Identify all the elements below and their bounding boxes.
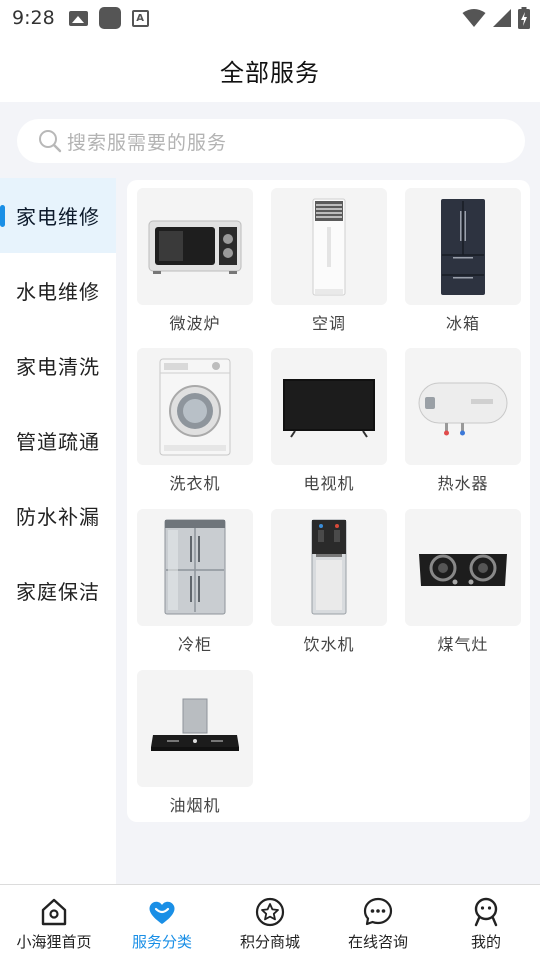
service-label: 洗衣机 <box>169 474 221 493</box>
refrigerator-icon <box>441 198 485 295</box>
app-square-icon <box>98 7 121 29</box>
sidebar-item-label: 水电维修 <box>16 280 100 304</box>
star-icon <box>255 897 285 927</box>
heart-icon <box>149 901 175 924</box>
service-label: 热水器 <box>437 474 489 493</box>
service-item-refrigerator[interactable]: 冰箱 <box>405 188 521 334</box>
service-item-air-conditioner[interactable]: 空调 <box>271 188 387 334</box>
water-heater-icon <box>418 382 508 435</box>
service-label: 冷柜 <box>177 635 212 654</box>
tab-label: 积分商城 <box>239 933 300 951</box>
service-grid: 微波炉 空调 冰箱 洗衣机 电视机 热水器 冷柜 饮水机 煤气灶 油烟机 <box>127 180 530 822</box>
search-icon <box>39 130 62 153</box>
gas-stove-icon <box>419 553 507 586</box>
service-item-tv[interactable]: 电视机 <box>271 348 387 494</box>
sidebar-item-label: 家电维修 <box>16 205 100 229</box>
tab-online-consult[interactable]: 在线咨询 <box>324 885 432 960</box>
service-label: 煤气灶 <box>437 635 489 654</box>
sidebar-item-appliance-cleaning[interactable]: 家电清洗 <box>0 328 116 403</box>
service-item-water-heater[interactable]: 热水器 <box>405 348 521 494</box>
chat-icon <box>363 897 393 926</box>
page-title: 全部服务 <box>220 59 320 87</box>
range-hood-icon <box>151 698 239 751</box>
font-icon: A <box>131 9 149 27</box>
sidebar-item-label: 防水补漏 <box>16 505 100 529</box>
status-indicators <box>462 7 530 29</box>
service-label: 空调 <box>311 314 346 333</box>
sidebar-item-label: 家庭保洁 <box>16 580 100 604</box>
sidebar-item-pipe-unclogging[interactable]: 管道疏通 <box>0 403 116 478</box>
signal-icon <box>493 9 511 27</box>
air-conditioner-icon <box>312 198 346 295</box>
tab-points-mall[interactable]: 积分商城 <box>216 885 324 960</box>
battery-charging-icon <box>518 7 530 29</box>
category-sidebar: 家电维修 水电维修 家电清洗 管道疏通 防水补漏 家庭保洁 <box>0 178 116 884</box>
tv-icon <box>283 378 375 438</box>
tab-profile[interactable]: 我的 <box>432 885 540 960</box>
washing-machine-icon <box>159 358 231 455</box>
service-label: 冰箱 <box>445 314 480 333</box>
service-item-washing-machine[interactable]: 洗衣机 <box>137 348 253 494</box>
home-icon <box>41 898 67 926</box>
sidebar-item-label: 管道疏通 <box>16 430 100 454</box>
service-label: 油烟机 <box>169 796 221 815</box>
tab-label: 小海狸首页 <box>16 933 92 951</box>
sidebar-item-label: 家电清洗 <box>16 355 100 379</box>
water-dispenser-icon <box>311 519 347 614</box>
microwave-icon <box>148 220 242 274</box>
service-item-microwave[interactable]: 微波炉 <box>137 188 253 334</box>
service-item-freezer[interactable]: 冷柜 <box>137 509 253 655</box>
wifi-icon <box>462 9 486 27</box>
tab-home[interactable]: 小海狸首页 <box>0 885 108 960</box>
service-item-water-dispenser[interactable]: 饮水机 <box>271 509 387 655</box>
tab-label: 在线咨询 <box>347 933 408 951</box>
profile-icon <box>474 897 498 927</box>
tab-label: 我的 <box>470 933 501 951</box>
search-input[interactable]: 搜索服需要的服务 <box>17 119 525 163</box>
header: 全部服务 <box>0 36 540 102</box>
sidebar-item-house-cleaning[interactable]: 家庭保洁 <box>0 553 116 628</box>
service-label: 饮水机 <box>303 635 355 654</box>
image-icon <box>68 10 88 26</box>
bottom-nav: 小海狸首页 服务分类 积分商城 在线咨询 我的 <box>0 884 540 960</box>
status-bar: 9:28 A <box>0 0 540 36</box>
tab-label: 服务分类 <box>131 933 192 951</box>
service-label: 电视机 <box>303 474 355 493</box>
sidebar-item-appliance-repair[interactable]: 家电维修 <box>0 178 116 253</box>
service-item-gas-stove[interactable]: 煤气灶 <box>405 509 521 655</box>
service-item-range-hood[interactable]: 油烟机 <box>137 670 253 816</box>
search-placeholder: 搜索服需要的服务 <box>67 131 228 154</box>
sidebar-item-waterproofing[interactable]: 防水补漏 <box>0 478 116 553</box>
sidebar-item-plumbing-electrical-repair[interactable]: 水电维修 <box>0 253 116 328</box>
status-time: 9:28 <box>12 7 55 29</box>
tab-service-categories[interactable]: 服务分类 <box>108 885 216 960</box>
service-label: 微波炉 <box>169 314 221 333</box>
freezer-icon <box>164 519 226 614</box>
